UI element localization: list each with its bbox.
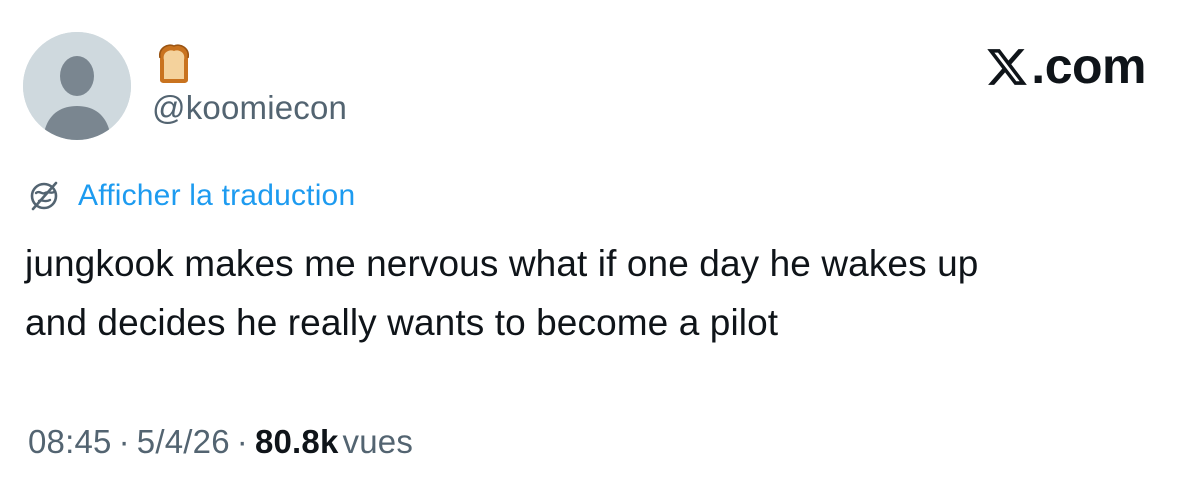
brand-logo: .com (985, 38, 1146, 94)
brand-domain: .com (1031, 38, 1146, 94)
meta-separator: · (118, 423, 130, 460)
tweet-text-line: and decides he really wants to become a … (25, 302, 779, 343)
views-label: vues (342, 423, 414, 460)
default-avatar-icon (23, 32, 131, 140)
show-translation-label: Afficher la traduction (78, 179, 356, 212)
tweet-text: jungkook makes me nervous what if one da… (25, 234, 1185, 352)
tweet-text-line: jungkook makes me nervous what if one da… (25, 243, 979, 284)
bread-emoji-icon (159, 44, 189, 83)
avatar[interactable] (23, 32, 131, 140)
tweet-time[interactable]: 08:45 (28, 423, 112, 460)
display-name[interactable] (152, 40, 196, 84)
author-handle[interactable]: @koomiecon (152, 88, 347, 128)
translate-globe-icon (30, 181, 58, 211)
x-logo-icon (987, 49, 1028, 85)
views-count[interactable]: 80.8k (255, 423, 339, 460)
meta-separator: · (236, 423, 248, 460)
tweet-date[interactable]: 5/4/26 (137, 423, 230, 460)
tweet-meta: 08:45 · 5/4/26 · 80.8k vues (28, 420, 413, 464)
show-translation-link[interactable]: Afficher la traduction (26, 176, 355, 216)
